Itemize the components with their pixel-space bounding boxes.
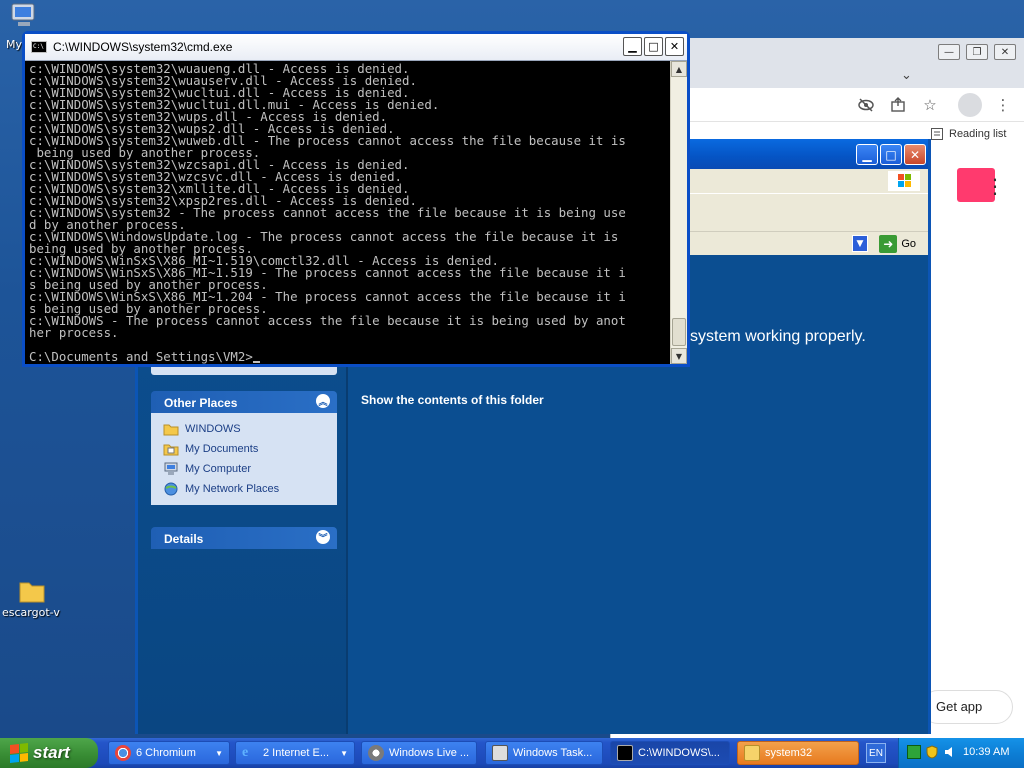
go-arrow-icon: ➜ (879, 235, 898, 253)
chevron-down-icon: ▼ (215, 748, 223, 758)
other-places-title: Other Places (164, 396, 238, 410)
start-label: start (33, 743, 70, 762)
folder-icon (19, 582, 45, 603)
cmd-window: C:\ C:\WINDOWS\system32\cmd.exe ▁ □ ✕ c:… (22, 31, 690, 367)
eye-off-icon[interactable] (856, 95, 876, 115)
other-places-header[interactable]: Other Places ︽ (151, 391, 337, 413)
place-my-documents[interactable]: My Documents (163, 439, 337, 459)
get-app-button[interactable]: Get app (921, 690, 1013, 724)
place-label: My Computer (185, 463, 252, 475)
task-windows-live[interactable]: Windows Live ... (361, 741, 477, 765)
avatar[interactable] (958, 93, 982, 117)
task-manager-icon (492, 745, 508, 761)
close-icon[interactable]: ✕ (994, 44, 1016, 60)
desktop: My escargot-v — ❐ ✕ ⌄ ☆ ⋮ Reading list ⋮… (0, 0, 1024, 738)
details-header[interactable]: Details ︾ (151, 527, 337, 549)
place-label: WINDOWS (185, 423, 241, 435)
cmd-icon (617, 745, 633, 761)
security-shield-icon[interactable] (925, 745, 939, 759)
maximize-icon[interactable]: □ (880, 144, 902, 165)
clock: 10:39 AM (963, 746, 1010, 758)
go-button[interactable]: ➜ Go (879, 235, 916, 253)
task-label: C:\WINDOWS\... (638, 747, 720, 759)
chevron-down-icon: ▼ (340, 748, 348, 758)
more-options-icon[interactable]: ⋮ (985, 174, 1005, 198)
share-icon[interactable] (888, 95, 908, 115)
language-indicator[interactable]: EN (866, 743, 886, 763)
other-places-list: WINDOWS My Documents My Computer My Netw… (151, 413, 337, 505)
desktop-icon-folder[interactable]: escargot-v (2, 578, 62, 619)
reading-list-button[interactable]: Reading list (931, 128, 1006, 140)
console-line: her process. (29, 325, 119, 340)
cmd-console[interactable]: c:\WINDOWS\system32\wuaueng.dll - Access… (25, 61, 670, 364)
task-label: 6 Chromium (136, 747, 196, 759)
desktop-icon-my-computer[interactable]: My (4, 2, 44, 51)
computer-icon (164, 462, 178, 475)
chromium-icon (115, 745, 131, 761)
console-line: C:\Documents and Settings\VM2> (29, 350, 670, 363)
desktop-icon-label: My (6, 38, 23, 51)
windows-live-icon (368, 745, 384, 761)
task-label: 2 Internet E... (263, 747, 330, 759)
place-my-network-places[interactable]: My Network Places (163, 479, 337, 499)
place-windows[interactable]: WINDOWS (163, 419, 337, 439)
place-label: My Documents (185, 443, 259, 455)
other-places-panel: Other Places ︽ WINDOWS My Documents My C… (151, 391, 337, 505)
scroll-thumb[interactable] (672, 318, 686, 346)
desktop-icon-label: escargot-v (2, 606, 60, 619)
place-my-computer[interactable]: My Computer (163, 459, 337, 479)
taskbar: start 6 Chromium ▼ e 2 Internet E... ▼ W… (0, 738, 1024, 768)
cmd-titlebar[interactable]: C:\ C:\WINDOWS\system32\cmd.exe ▁ □ ✕ (25, 34, 687, 61)
task-label: Windows Live ... (389, 747, 470, 759)
task-windows-task-manager[interactable]: Windows Task... (485, 741, 603, 765)
maximize-icon[interactable]: ❐ (966, 44, 988, 60)
task-chromium[interactable]: 6 Chromium ▼ (108, 741, 230, 765)
collapse-icon[interactable]: ︽ (316, 394, 330, 408)
system-message: system working properly. (690, 328, 866, 345)
chevron-down-icon[interactable]: ▼ (852, 235, 868, 252)
cmd-scrollbar[interactable]: ▲ ▼ (670, 61, 687, 364)
system-tray: 10:39 AM (898, 738, 1024, 768)
show-contents-link[interactable]: Show the contents of this folder (361, 393, 544, 407)
cmd-title: C:\WINDOWS\system32\cmd.exe (53, 40, 233, 54)
minimize-icon[interactable]: ▁ (856, 144, 878, 165)
reading-list-label: Reading list (949, 128, 1007, 140)
expand-icon[interactable]: ︾ (316, 530, 330, 544)
task-label: system32 (765, 747, 813, 759)
network-globe-icon (164, 482, 178, 496)
close-icon[interactable]: ✕ (904, 144, 926, 165)
cmd-icon: C:\ (31, 41, 47, 53)
folder-icon (744, 745, 760, 761)
close-icon[interactable]: ✕ (665, 37, 684, 56)
task-internet-explorer[interactable]: e 2 Internet E... ▼ (235, 741, 355, 765)
windows-flag-icon (10, 743, 28, 763)
folder-icon (163, 424, 179, 436)
details-panel: Details ︾ (151, 527, 337, 549)
star-icon[interactable]: ☆ (920, 95, 940, 115)
task-cmd[interactable]: C:\WINDOWS\... (610, 741, 730, 765)
text-cursor (252, 352, 260, 363)
console-line: c:\WINDOWS - The process cannot access t… (29, 313, 626, 328)
task-label: Windows Task... (513, 747, 593, 759)
scroll-up-icon[interactable]: ▲ (671, 61, 687, 77)
details-title: Details (164, 532, 204, 546)
scroll-down-icon[interactable]: ▼ (671, 348, 687, 364)
network-icon[interactable] (907, 745, 921, 759)
documents-folder-icon (163, 444, 179, 456)
place-label: My Network Places (185, 483, 280, 495)
chevron-down-icon[interactable]: ⌄ (901, 68, 912, 83)
minimize-icon[interactable]: ▁ (623, 37, 642, 56)
windows-logo-icon (888, 171, 920, 191)
minimize-icon[interactable]: — (938, 44, 960, 60)
reading-list-icon (931, 128, 943, 140)
volume-icon[interactable] (943, 745, 957, 759)
go-label: Go (901, 238, 916, 250)
ie-icon: e (242, 745, 249, 760)
kebab-menu-icon[interactable]: ⋮ (993, 95, 1013, 115)
start-button[interactable]: start (0, 738, 98, 768)
maximize-icon[interactable]: □ (644, 37, 663, 56)
task-system32-folder[interactable]: system32 (737, 741, 859, 765)
computer-icon (11, 3, 35, 26)
